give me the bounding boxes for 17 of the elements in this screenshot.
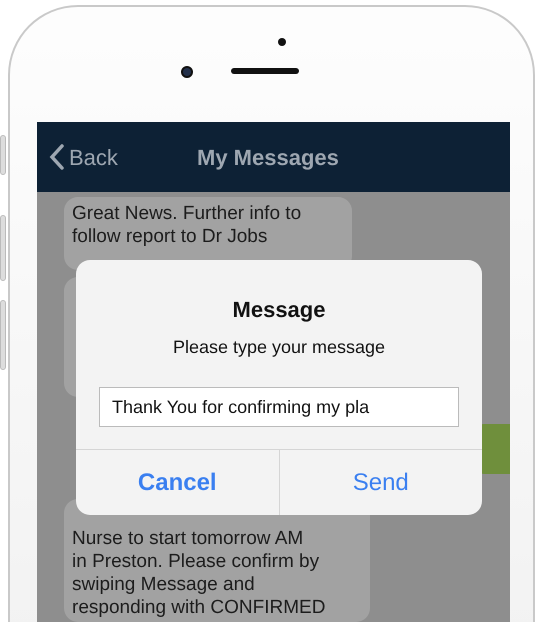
message-text: in Preston. Please confirm by bbox=[72, 550, 320, 573]
message-text: responding with CONFIRMED bbox=[72, 596, 326, 619]
chevron-left-icon bbox=[49, 144, 65, 170]
speaker-icon bbox=[231, 68, 299, 74]
send-button[interactable]: Send bbox=[278, 450, 482, 515]
camera-icon bbox=[181, 66, 193, 78]
dialog-message: Please type your message bbox=[172, 336, 386, 359]
message-text: Great News. Further info to bbox=[72, 202, 302, 225]
dialog-title: Message bbox=[232, 296, 326, 324]
screen-title: My Messages bbox=[197, 144, 339, 172]
sensor-icon bbox=[278, 38, 286, 46]
message-input[interactable]: Thank You for confirming my pla bbox=[99, 387, 459, 427]
cancel-button[interactable]: Cancel bbox=[76, 450, 278, 515]
message-text: Nurse to start tomorrow AM bbox=[72, 527, 304, 550]
message-text: swiping Message and bbox=[72, 573, 255, 596]
message-text: follow report to Dr Jobs bbox=[72, 225, 268, 248]
back-button[interactable]: Back bbox=[37, 140, 197, 174]
